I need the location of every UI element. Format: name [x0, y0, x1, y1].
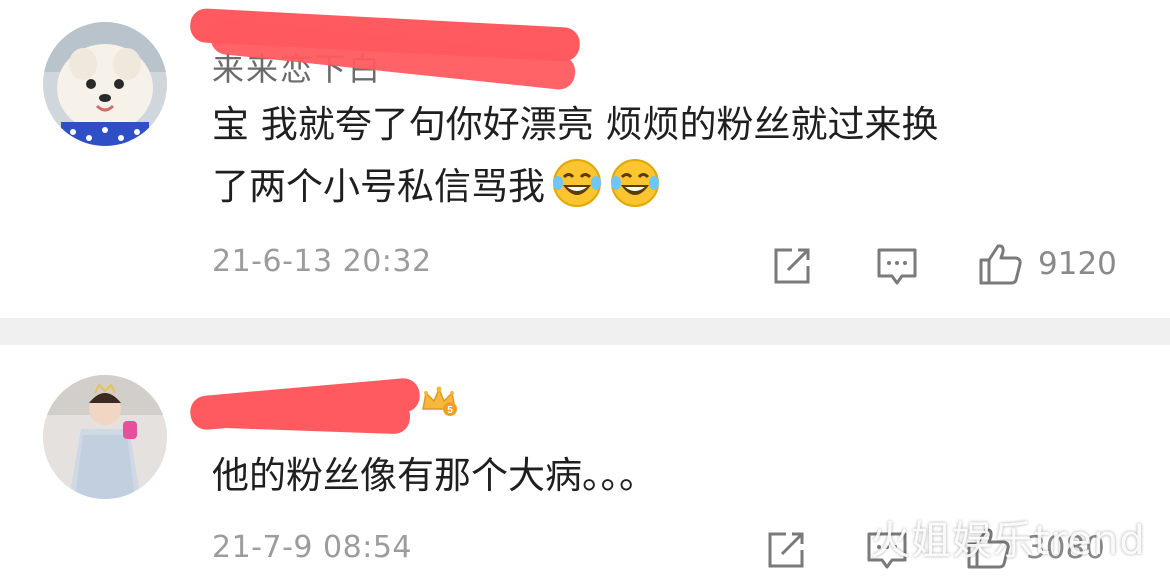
comment-text-line-2: 了两个小号私信骂我: [212, 152, 661, 222]
share-button[interactable]: [772, 244, 812, 288]
username-redaction: [209, 393, 411, 435]
avatar[interactable]: [43, 375, 167, 499]
like-button[interactable]: 9120: [978, 242, 1117, 286]
child-girl-avatar-image: [43, 375, 167, 499]
comment-item: 来来恋下白 宝 我就夸了句你好漂亮 烦烦的粉丝就过来换 了两个小号私信骂我 21…: [0, 0, 1170, 318]
comment-text-line-1: 宝 我就夸了句你好漂亮 烦烦的粉丝就过来换: [212, 103, 939, 146]
comment-feed: 来来恋下白 宝 我就夸了句你好漂亮 烦烦的粉丝就过来换 了两个小号私信骂我 21…: [0, 0, 1170, 583]
watermark: 火姐娱乐trend: [870, 518, 1146, 564]
comment-text: 他的粉丝像有那个大病。。。: [212, 454, 656, 497]
comment-timestamp: 21-6-13 20:32: [212, 244, 432, 279]
crown-level-badge-icon: 5: [422, 386, 457, 416]
comment-icon: [877, 248, 917, 285]
share-icon: [768, 532, 804, 568]
thumbs-up-icon: [979, 244, 1022, 285]
avatar[interactable]: [43, 22, 167, 146]
laughing-tears-icon: [611, 159, 659, 207]
like-count: 9120: [1038, 246, 1117, 282]
comment-text: 了两个小号私信骂我: [212, 165, 545, 208]
share-icon: [774, 248, 810, 284]
laughing-tears-icon: [553, 159, 601, 207]
reply-button[interactable]: [876, 244, 918, 288]
share-button[interactable]: [766, 528, 806, 572]
pomeranian-dog-avatar-image: [43, 22, 167, 146]
comment-divider: [0, 318, 1170, 345]
badge-level: 5: [447, 405, 453, 416]
comment-timestamp: 21-7-9 08:54: [212, 530, 412, 565]
